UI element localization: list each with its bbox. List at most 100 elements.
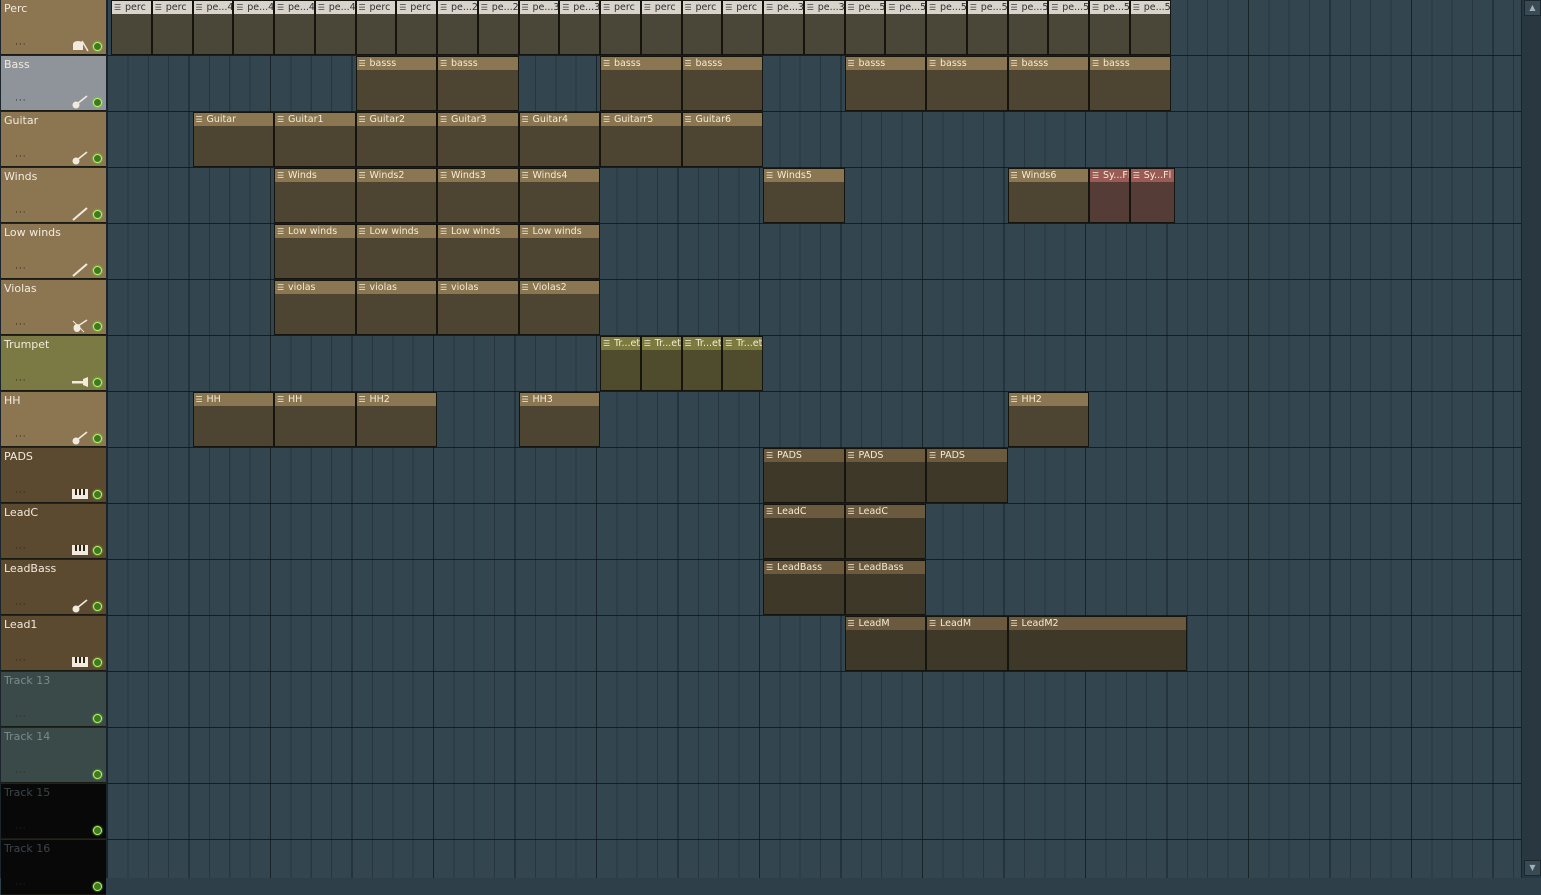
- pattern-clip[interactable]: Violas2: [518, 280, 600, 335]
- pattern-clip[interactable]: LeadC: [763, 504, 845, 559]
- track-mute-led[interactable]: [93, 546, 102, 555]
- pattern-clip[interactable]: PADS: [926, 448, 1008, 503]
- track-grip-icon[interactable]: ···: [15, 208, 27, 218]
- pattern-clip[interactable]: Low winds: [355, 224, 437, 279]
- track-header-4[interactable]: Winds ···: [1, 168, 106, 223]
- pattern-clip[interactable]: HH: [274, 392, 356, 447]
- pattern-clip[interactable]: violas: [355, 280, 437, 335]
- track-mute-led[interactable]: [93, 322, 102, 331]
- pattern-clip[interactable]: PADS: [763, 448, 845, 503]
- track-mute-led[interactable]: [93, 826, 102, 835]
- track-mute-led[interactable]: [93, 42, 102, 51]
- pattern-clip[interactable]: Tr...et: [640, 336, 682, 391]
- track-grip-icon[interactable]: ···: [15, 712, 27, 722]
- pattern-clip[interactable]: Tr...et: [600, 336, 641, 391]
- pattern-clip[interactable]: perc: [111, 0, 152, 55]
- track-header-10[interactable]: LeadC ···: [1, 504, 106, 559]
- track-grip-icon[interactable]: ···: [15, 824, 27, 834]
- pattern-clip[interactable]: LeadBass: [844, 560, 926, 615]
- pattern-clip[interactable]: pe...5: [844, 0, 886, 55]
- track-header-14[interactable]: Track 14 ···: [1, 728, 106, 783]
- track-grip-icon[interactable]: ···: [15, 880, 27, 890]
- pattern-clip[interactable]: Winds5: [763, 168, 845, 223]
- track-mute-led[interactable]: [93, 490, 102, 499]
- pattern-clip[interactable]: Low winds: [274, 224, 356, 279]
- pattern-clip[interactable]: Tr...et: [681, 336, 723, 391]
- pattern-clip[interactable]: Guitar6: [681, 112, 763, 167]
- pattern-clip[interactable]: Guitar4: [518, 112, 600, 167]
- track-grip-icon[interactable]: ···: [15, 600, 27, 610]
- pattern-clip[interactable]: pe...5: [1089, 0, 1130, 55]
- pattern-clip[interactable]: perc: [151, 0, 193, 55]
- pattern-clip[interactable]: basss: [355, 56, 437, 111]
- track-mute-led[interactable]: [93, 602, 102, 611]
- pattern-clip[interactable]: HH: [192, 392, 274, 447]
- pattern-clip[interactable]: pe...3: [559, 0, 600, 55]
- pattern-clip[interactable]: violas: [274, 280, 356, 335]
- pattern-clip[interactable]: Guitar: [192, 112, 274, 167]
- pattern-clip[interactable]: LeadM: [926, 616, 1008, 671]
- track-mute-led[interactable]: [93, 714, 102, 723]
- pattern-clip[interactable]: basss: [926, 56, 1008, 111]
- scroll-up-button[interactable]: ▲: [1524, 0, 1541, 16]
- pattern-clip[interactable]: Guitar3: [437, 112, 519, 167]
- pattern-clip[interactable]: Winds3: [437, 168, 519, 223]
- pattern-clip[interactable]: basss: [1089, 56, 1171, 111]
- track-header-9[interactable]: PADS ···: [1, 448, 106, 503]
- pattern-clip[interactable]: Winds4: [518, 168, 600, 223]
- track-grip-icon[interactable]: ···: [15, 768, 27, 778]
- track-grip-icon[interactable]: ···: [15, 432, 27, 442]
- pattern-clip[interactable]: violas: [437, 280, 519, 335]
- track-header-8[interactable]: HH ···: [1, 392, 106, 447]
- track-mute-led[interactable]: [93, 434, 102, 443]
- track-grip-icon[interactable]: ···: [15, 96, 27, 106]
- pattern-clip[interactable]: pe...3: [763, 0, 804, 55]
- track-mute-led[interactable]: [93, 658, 102, 667]
- track-header-5[interactable]: Low winds ···: [1, 224, 106, 279]
- track-header-16[interactable]: Track 16 ···: [1, 840, 106, 895]
- pattern-clip[interactable]: Sy...Fl: [1089, 168, 1130, 223]
- track-mute-led[interactable]: [93, 154, 102, 163]
- pattern-clip[interactable]: PADS: [844, 448, 926, 503]
- pattern-clip[interactable]: pe...3: [803, 0, 845, 55]
- pattern-clip[interactable]: pe...5: [1129, 0, 1171, 55]
- pattern-clip[interactable]: Winds: [274, 168, 356, 223]
- track-grip-icon[interactable]: ···: [15, 152, 27, 162]
- pattern-clip[interactable]: LeadM2: [1007, 616, 1187, 671]
- pattern-clip[interactable]: perc: [640, 0, 682, 55]
- pattern-clip[interactable]: HH2: [355, 392, 437, 447]
- track-header-6[interactable]: Violas ···: [1, 280, 106, 335]
- pattern-clip[interactable]: perc: [681, 0, 723, 55]
- pattern-clip[interactable]: Low winds: [437, 224, 519, 279]
- pattern-clip[interactable]: LeadM: [844, 616, 926, 671]
- track-mute-led[interactable]: [93, 210, 102, 219]
- track-grip-icon[interactable]: ···: [15, 544, 27, 554]
- pattern-clip[interactable]: perc: [355, 0, 397, 55]
- track-header-11[interactable]: LeadBass ···: [1, 560, 106, 615]
- pattern-clip[interactable]: Low winds: [518, 224, 600, 279]
- pattern-clip[interactable]: pe...2: [477, 0, 519, 55]
- playlist-grid[interactable]: percpercpe...4pe...4pe...4pe...4percperc…: [107, 0, 1521, 878]
- track-grip-icon[interactable]: ···: [15, 656, 27, 666]
- pattern-clip[interactable]: pe...5: [1048, 0, 1089, 55]
- track-grip-icon[interactable]: ···: [15, 40, 27, 50]
- pattern-clip[interactable]: Guitar2: [355, 112, 437, 167]
- track-grip-icon[interactable]: ···: [15, 320, 27, 330]
- track-header-1[interactable]: Perc ···: [1, 0, 106, 55]
- track-mute-led[interactable]: [93, 770, 102, 779]
- track-grip-icon[interactable]: ···: [15, 488, 27, 498]
- pattern-clip[interactable]: pe...4: [192, 0, 234, 55]
- track-mute-led[interactable]: [93, 378, 102, 387]
- pattern-clip[interactable]: basss: [844, 56, 926, 111]
- pattern-clip[interactable]: Winds6: [1007, 168, 1089, 223]
- pattern-clip[interactable]: pe...2: [437, 0, 478, 55]
- scroll-down-button[interactable]: ▼: [1524, 860, 1541, 876]
- pattern-clip[interactable]: pe...3: [518, 0, 560, 55]
- pattern-clip[interactable]: Winds2: [355, 168, 437, 223]
- pattern-clip[interactable]: pe...5: [885, 0, 926, 55]
- pattern-clip[interactable]: Sy...Fl: [1129, 168, 1175, 223]
- pattern-clip[interactable]: pe...4: [274, 0, 315, 55]
- track-header-2[interactable]: Bass ···: [1, 56, 106, 111]
- pattern-clip[interactable]: perc: [600, 0, 641, 55]
- pattern-clip[interactable]: basss: [437, 56, 519, 111]
